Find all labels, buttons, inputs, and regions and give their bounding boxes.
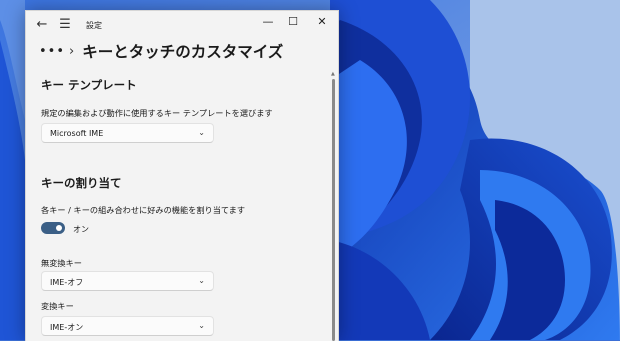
chevron-down-icon: ⌄: [198, 128, 205, 137]
muhenkan-value: IME-オフ: [50, 278, 84, 287]
henkan-value: IME-オン: [50, 323, 84, 332]
chevron-right-icon: ›: [69, 43, 75, 59]
scrollbar-thumb[interactable]: [332, 79, 335, 341]
app-title: 設定: [86, 21, 102, 30]
hamburger-menu-icon[interactable]: ☰: [52, 13, 78, 37]
key-template-dropdown[interactable]: Microsoft IME ⌄: [41, 123, 214, 143]
henkan-label: 変換キー: [41, 301, 74, 311]
scroll-up-icon[interactable]: ▲: [331, 71, 335, 77]
muhenkan-label: 無変換キー: [41, 258, 82, 268]
toggle-knob: [56, 225, 62, 231]
minimize-icon[interactable]: —: [254, 11, 282, 33]
settings-window: ← ☰ 設定 — ☐ ✕ ••• › キーとタッチのカスタマイズ キー テンプレ…: [25, 10, 339, 341]
maximize-icon[interactable]: ☐: [279, 11, 307, 33]
key-assign-heading: キーの割り当て: [41, 176, 122, 190]
chevron-down-icon: ⌄: [198, 276, 205, 285]
key-template-value: Microsoft IME: [50, 129, 104, 138]
key-template-heading: キー テンプレート: [41, 78, 137, 92]
scrollbar[interactable]: [332, 79, 335, 341]
key-assign-description: 各キー / キーの組み合わせに好みの機能を割り当てます: [41, 205, 246, 215]
key-template-description: 規定の編集および動作に使用するキー テンプレートを選びます: [41, 108, 273, 118]
close-icon[interactable]: ✕: [308, 11, 336, 33]
chevron-down-icon: ⌄: [198, 321, 205, 330]
page-title: キーとタッチのカスタマイズ: [82, 43, 284, 61]
muhenkan-dropdown[interactable]: IME-オフ ⌄: [41, 271, 214, 291]
title-bar: ← ☰ 設定 — ☐ ✕: [26, 11, 338, 41]
key-assign-toggle[interactable]: [41, 222, 65, 234]
breadcrumb: ••• › キーとタッチのカスタマイズ: [39, 39, 283, 63]
toggle-state-label: オン: [73, 225, 89, 234]
henkan-dropdown[interactable]: IME-オン ⌄: [41, 316, 214, 336]
more-icon[interactable]: •••: [39, 44, 64, 59]
